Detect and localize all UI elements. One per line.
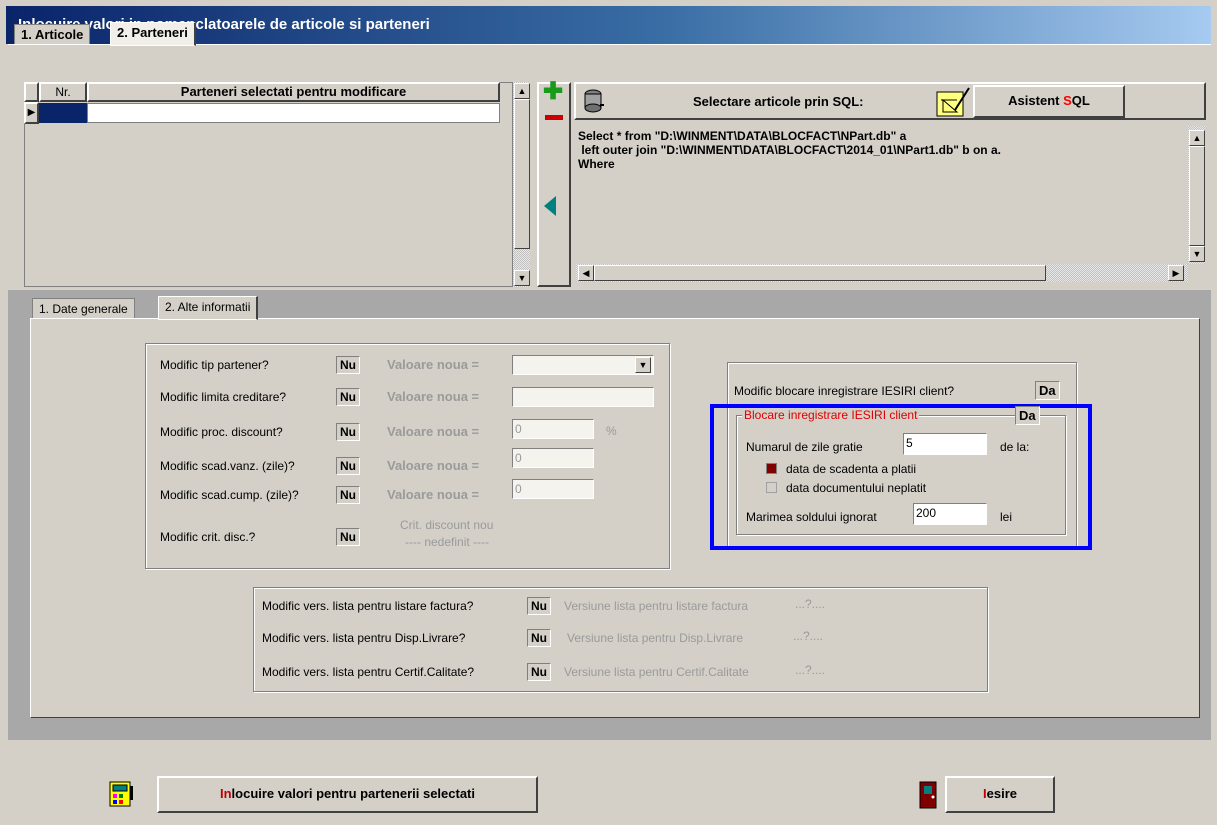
blocare-inner-title: Blocare inregistrare IESIRI client	[742, 408, 920, 422]
flag-tip-partener[interactable]: Nu	[336, 356, 360, 374]
limita-creditare-input[interactable]	[512, 387, 654, 407]
label-sold-ignorat: Marimea soldului ignorat	[746, 510, 877, 524]
chevron-down-icon[interactable]: ▼	[635, 357, 651, 373]
sold-ignorat-input[interactable]: 200	[913, 503, 987, 525]
label-proc-discount: Modific proc. discount?	[160, 425, 283, 439]
grid-scroll-up-icon[interactable]: ▲	[514, 83, 530, 99]
valoare-label-4: Valoare noua =	[387, 458, 480, 473]
sql-textarea[interactable]: Select * from "D:\WINMENT\DATA\BLOCFACT\…	[576, 126, 1188, 264]
val-vers-certif[interactable]: ...?....	[795, 663, 825, 677]
label-scad-cump: Modific scad.cump. (zile)?	[160, 488, 299, 502]
label-limita-creditare: Modific limita creditare?	[160, 390, 287, 404]
valoare-label-1: Valoare noua =	[387, 357, 480, 372]
radio-scadenta-selected[interactable]	[766, 463, 777, 474]
scad-cump-input[interactable]: 0	[512, 479, 594, 499]
percent-label: %	[606, 424, 617, 438]
proc-discount-input[interactable]: 0	[512, 419, 594, 439]
grid-corner	[24, 82, 39, 102]
val-vers-factura[interactable]: ...?....	[795, 597, 825, 611]
sql-label: Selectare articole prin SQL:	[693, 94, 864, 109]
add-icon[interactable]: ✚	[543, 80, 563, 104]
sql-scroll-left-icon[interactable]: ◀	[578, 265, 594, 281]
grid-header-nr[interactable]: Nr.	[39, 82, 87, 102]
sql-vscroll-thumb[interactable]	[1189, 146, 1205, 246]
label-crit-disc: Modific crit. disc.?	[160, 530, 256, 544]
inlocuire-valori-button[interactable]: Inlocuire valori pentru partenerii selec…	[157, 776, 538, 813]
label-vers-factura: Modific vers. lista pentru listare factu…	[262, 599, 474, 613]
label-vers-certif: Modific vers. lista pentru Certif.Calita…	[262, 665, 475, 679]
grid-header-partners[interactable]: Parteneri selectati pentru modificare	[87, 82, 500, 102]
label-scadenta: data de scadenta a platii	[786, 462, 917, 476]
flag-proc-discount[interactable]: Nu	[336, 423, 360, 441]
flag-scad-vanz[interactable]: Nu	[336, 457, 360, 475]
val-vers-disp[interactable]: ...?....	[793, 629, 823, 643]
label-vers-disp: Modific vers. lista pentru Disp.Livrare?	[262, 631, 466, 645]
tab-date-generale[interactable]: 1. Date generale	[32, 298, 135, 319]
tab-alte-informatii[interactable]: 2. Alte informatii	[158, 296, 259, 320]
valoare-label-3: Valoare noua =	[387, 424, 480, 439]
grid-cell-partner[interactable]	[87, 103, 500, 123]
add-remove-toolbar	[537, 82, 571, 287]
label-blocare-iesiri: Modific blocare inregistrare IESIRI clie…	[734, 384, 955, 398]
crit-discount-value[interactable]: ---- nedefinit ----	[405, 535, 489, 549]
desc-vers-disp: Versiune lista pentru Disp.Livrare	[567, 631, 744, 645]
grid-cell-nr[interactable]	[39, 103, 87, 123]
label-document: data documentului neplatit	[786, 481, 927, 495]
grid-scroll-thumb[interactable]	[514, 99, 530, 249]
flag-blocare-inner[interactable]: Da	[1015, 406, 1040, 425]
label-lei: lei	[1000, 510, 1013, 524]
exit-door-icon[interactable]	[918, 780, 940, 810]
sql-scroll-up-icon[interactable]: ▲	[1189, 130, 1205, 146]
label-tip-partener: Modific tip partener?	[160, 358, 269, 372]
row-indicator-icon: ▶	[24, 102, 39, 124]
sql-scroll-down-icon[interactable]: ▼	[1189, 246, 1205, 262]
flag-crit-disc[interactable]: Nu	[336, 528, 360, 546]
flag-limita-creditare[interactable]: Nu	[336, 388, 360, 406]
asistent-sql-button[interactable]: Asistent SQL	[973, 85, 1125, 118]
sql-line-2: left outer join "D:\WINMENT\DATA\BLOCFAC…	[578, 143, 1001, 157]
flag-vers-certif[interactable]: Nu	[527, 663, 551, 681]
sql-line-3: Where	[578, 157, 615, 171]
zile-gratie-input[interactable]: 5	[903, 433, 987, 455]
flag-vers-disp[interactable]: Nu	[527, 629, 551, 647]
remove-icon[interactable]	[545, 115, 563, 120]
desc-vers-certif: Versiune lista pentru Certif.Calitate	[564, 665, 749, 679]
scad-vanz-input[interactable]: 0	[512, 448, 594, 468]
valoare-label-5: Valoare noua =	[387, 487, 480, 502]
label-de-la: de la:	[1000, 440, 1030, 454]
label-scad-vanz: Modific scad.vanz. (zile)?	[160, 459, 295, 473]
flag-blocare-iesiri[interactable]: Da	[1035, 381, 1060, 400]
sql-scroll-right-icon[interactable]: ▶	[1168, 265, 1184, 281]
crit-discount-label: Crit. discount nou	[400, 518, 494, 532]
flag-scad-cump[interactable]: Nu	[336, 486, 360, 504]
radio-document[interactable]	[766, 482, 777, 493]
database-icon[interactable]	[582, 88, 604, 114]
label-zile-gratie: Numarul de zile gratie	[746, 440, 863, 454]
calculator-icon[interactable]	[108, 780, 134, 808]
iesire-button[interactable]: Iesire	[945, 776, 1055, 813]
tip-partener-select[interactable]	[512, 355, 654, 375]
grid-scroll-down-icon[interactable]: ▼	[514, 270, 530, 286]
sql-hscroll-thumb[interactable]	[594, 265, 1046, 281]
valoare-label-2: Valoare noua =	[387, 389, 480, 404]
tab-parteneri[interactable]: 2. Parteneri	[110, 22, 196, 46]
move-left-icon[interactable]	[544, 196, 556, 216]
sql-wizard-icon[interactable]	[935, 86, 971, 118]
tab-articole[interactable]: 1. Articole	[14, 24, 91, 45]
flag-vers-factura[interactable]: Nu	[527, 597, 551, 615]
desc-vers-factura: Versiune lista pentru listare factura	[564, 599, 749, 613]
